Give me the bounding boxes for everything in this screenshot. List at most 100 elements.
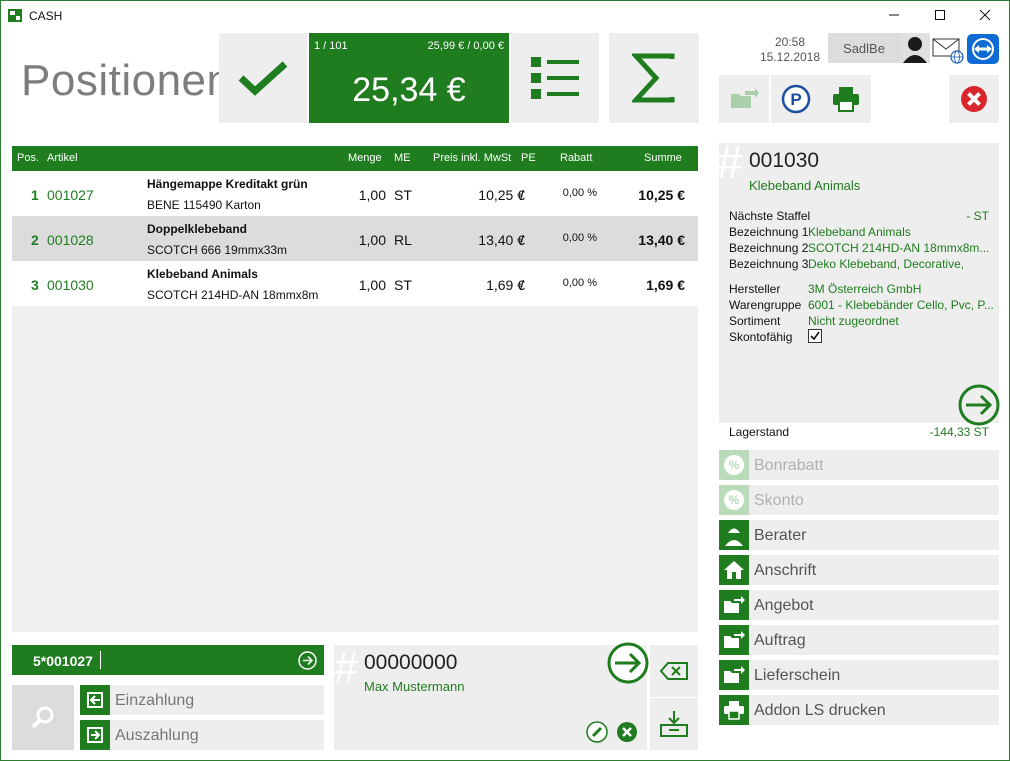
svg-text:%: % [729,458,740,472]
skonto-button[interactable]: % Skonto [719,485,999,515]
col-discount[interactable]: Rabatt [560,152,592,164]
skonto-checkbox[interactable] [808,329,822,343]
close-icon [979,9,991,21]
col-unit[interactable]: ME [394,152,411,164]
customer-name: Max Mustermann [364,679,465,694]
lieferschein-button[interactable]: Lieferschein [719,660,999,690]
search-icon [31,706,54,728]
park-button[interactable]: P [771,75,821,123]
drawer-button[interactable] [650,698,698,750]
app-icon [8,9,22,22]
deposit-button[interactable]: Einzahlung [80,685,324,715]
field-key: Hersteller [729,282,781,296]
close-window-button[interactable] [962,2,1008,28]
detail-hash-icon: # [717,136,743,188]
table-row[interactable]: 2 001028 Doppelklebeband SCOTCH 666 19mm… [12,216,698,261]
row-sum: 13,40 € [638,232,685,248]
detail-field: Bezeichnung 1 Klebeband Animals [729,224,911,240]
row-pos: 2 [31,232,39,248]
svg-text:%: % [729,493,740,507]
anschrift-button[interactable]: Anschrift [719,555,999,585]
row-desc: BENE 115490 Karton [147,198,261,212]
row-discount: 0,00 % [562,277,597,289]
field-key: Bezeichnung 2 [729,241,809,255]
time: 20:58 [774,35,806,49]
edit-icon[interactable] [586,721,608,743]
row-qty: 1,00 [358,187,386,203]
berater-button[interactable]: Berater [719,520,999,550]
minimize-button[interactable] [871,2,917,28]
field-key: Bezeichnung 1 [729,225,809,239]
table-row[interactable]: 3 001030 Klebeband Animals SCOTCH 214HD-… [12,261,698,306]
customer-panel[interactable]: # 00000000 Max Mustermann [334,642,649,750]
row-unit: RL [394,232,412,248]
bonrabatt-button[interactable]: % Bonrabatt [719,450,999,480]
angebot-button[interactable]: Angebot [719,590,999,620]
text-cursor [100,651,101,669]
maximize-button[interactable] [917,2,963,28]
mail-button[interactable] [932,36,964,64]
submit-arrow-icon[interactable] [298,651,317,670]
detail-article-name: Klebeband Animals [749,178,861,193]
confirm-button[interactable] [219,33,307,123]
teamviewer-icon [967,34,999,64]
percent-icon: % [719,485,749,515]
field-value: Nicht zugeordnet [808,314,899,328]
col-pos[interactable]: Pos. [17,152,39,164]
article-input[interactable]: 5*001027 [12,645,324,675]
row-discount: 0,00 % [562,187,597,199]
customer-number: 00000000 [364,651,458,674]
remove-customer-icon[interactable] [616,721,638,743]
row-article: 001027 [47,187,94,203]
row-qty: 1,00 [358,277,386,293]
table-row[interactable]: 1 001027 Hängemappe Kreditakt grün BENE … [12,171,698,216]
angebot-label: Angebot [754,597,814,614]
cancel-x-icon [961,86,987,112]
print-button[interactable] [821,75,871,123]
bonrabatt-label: Bonrabatt [754,457,824,474]
table-header: Pos. Artikel Menge ME Preis inkl. MwSt P… [12,146,698,171]
minimize-icon [889,14,899,16]
field-value: - ST [966,209,989,223]
positions-table: 1 001027 Hängemappe Kreditakt grün BENE … [12,171,698,632]
auftrag-button[interactable]: Auftrag [719,625,999,655]
row-unit: ST [394,187,412,203]
customer-arrow-icon[interactable] [606,641,650,685]
teamviewer-button[interactable] [967,34,999,64]
backspace-button[interactable] [650,645,698,697]
user-avatar[interactable] [900,33,930,63]
anschrift-label: Anschrift [754,562,817,579]
cancel-button[interactable] [949,75,999,123]
withdrawal-label: Auszahlung [115,727,199,744]
field-value: 3M Österreich GmbH [808,282,922,296]
col-quantity[interactable]: Menge [348,152,382,164]
detail-arrow-icon[interactable] [957,383,1001,427]
sum-button[interactable] [609,33,699,123]
row-discount: 0,00 % [562,232,597,244]
col-article[interactable]: Artikel [47,152,78,164]
folder-move-button[interactable] [719,75,769,123]
folder-arrow-icon [719,625,749,655]
customer-hash-icon: # [334,643,359,692]
percent-icon: % [719,450,749,480]
user-name[interactable]: SadlBe [828,33,900,63]
folder-arrow-icon [731,88,759,108]
field-key: Bezeichnung 3 [729,257,809,271]
row-desc: SCOTCH 666 19mmx33m [147,243,288,257]
row-pos: 3 [31,277,39,293]
row-qty: 1,00 [358,232,386,248]
row-pe: / [520,187,524,203]
input-value: 5*001027 [33,653,93,669]
addon-ls-print-button[interactable]: Addon LS drucken [719,695,999,725]
checkmark-icon [238,61,288,96]
detail-field: Hersteller 3M Österreich GmbH [729,281,921,297]
total-amount: 25,34 € [352,71,466,109]
row-article: 001028 [47,232,94,248]
col-price[interactable]: Preis inkl. MwSt [433,152,511,164]
search-button[interactable] [12,685,74,750]
col-pe[interactable]: PE [521,152,536,164]
withdrawal-button[interactable]: Auszahlung [80,720,324,750]
list-view-button[interactable] [511,33,599,123]
window-title: CASH [29,9,63,23]
col-sum[interactable]: Summe [644,152,682,164]
